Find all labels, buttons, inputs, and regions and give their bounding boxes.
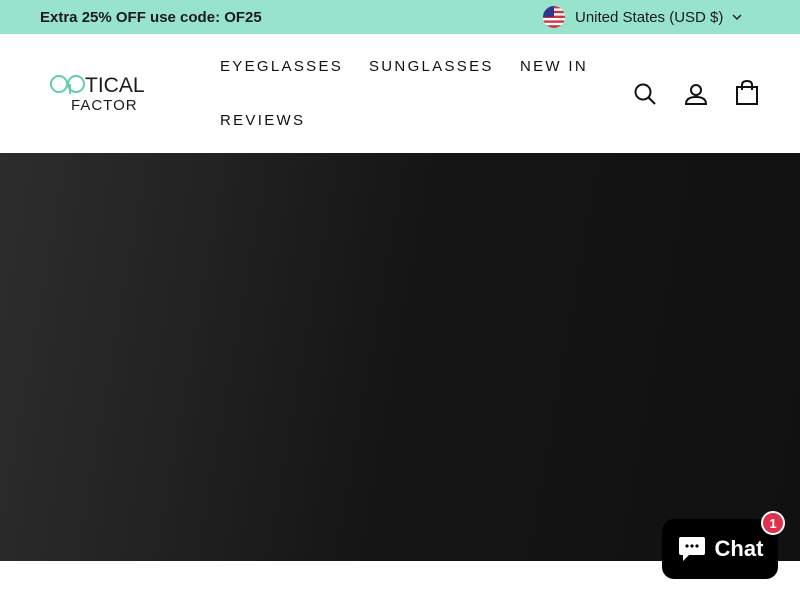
chat-unread-badge: 1 — [761, 511, 785, 535]
announcement-bar: Extra 25% OFF use code: OF25 United Stat… — [0, 0, 800, 34]
chat-button[interactable]: Chat — [662, 519, 778, 579]
account-icon[interactable] — [683, 81, 709, 107]
nav-item-eyeglasses[interactable]: EYEGLASSES — [220, 58, 343, 75]
cart-icon[interactable] — [734, 80, 760, 106]
chat-bubble-icon — [678, 537, 705, 561]
brand-logo[interactable]: TICAL FACTOR — [48, 72, 160, 114]
site-header: TICAL FACTOR EYEGLASSES SUNGLASSES NEW I… — [0, 34, 800, 153]
promo-text: Extra 25% OFF use code: OF25 — [40, 9, 262, 26]
nav-item-reviews[interactable]: REVIEWS — [220, 112, 305, 129]
chat-label: Chat — [714, 536, 764, 561]
chevron-down-icon — [732, 14, 742, 21]
search-icon[interactable] — [632, 81, 658, 107]
nav-item-new-in[interactable]: NEW IN — [520, 58, 588, 75]
currency-selector[interactable]: United States (USD $) — [543, 6, 743, 28]
brand-line2: FACTOR — [71, 97, 138, 114]
nav-item-sunglasses[interactable]: SUNGLASSES — [369, 58, 494, 75]
us-flag-icon — [543, 6, 565, 28]
brand-line1: TICAL — [85, 74, 145, 97]
currency-label: United States (USD $) — [575, 8, 724, 26]
hero-banner — [0, 153, 800, 561]
